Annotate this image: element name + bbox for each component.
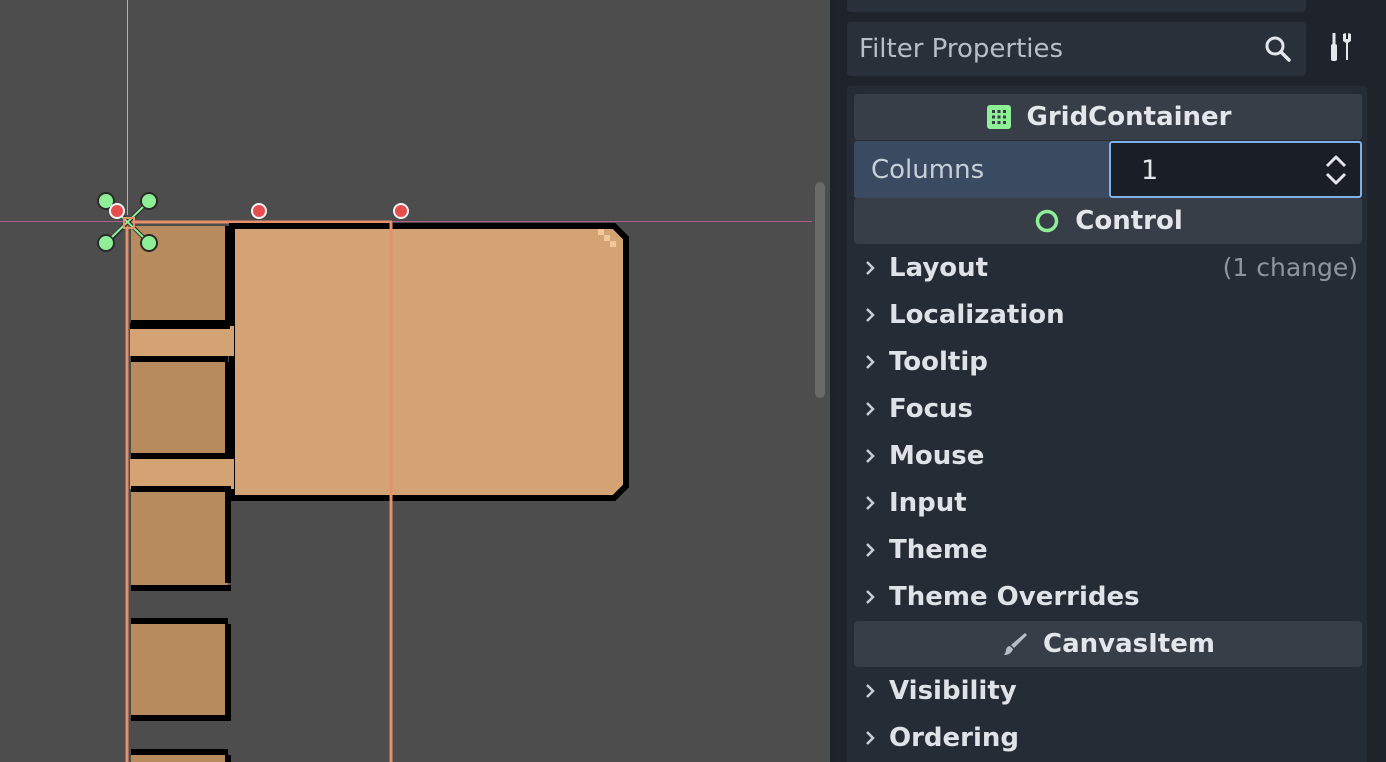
brush-icon xyxy=(1004,633,1028,655)
section-title: GridContainer xyxy=(1026,102,1232,132)
slot xyxy=(131,749,231,762)
chevron-right-icon xyxy=(866,402,875,416)
group-ordering[interactable]: Ordering xyxy=(854,715,1362,761)
group-label: Layout xyxy=(889,253,989,283)
columns-input[interactable] xyxy=(1141,153,1311,187)
section-header-canvasitem[interactable]: CanvasItem xyxy=(854,621,1362,667)
chevron-right-icon xyxy=(866,449,875,463)
chevron-right-icon xyxy=(866,308,875,322)
chevron-right-icon xyxy=(866,355,875,369)
slot xyxy=(131,486,231,591)
chevron-right-icon xyxy=(866,543,875,557)
group-label: Theme Overrides xyxy=(889,582,1140,612)
section-header-control[interactable]: Control xyxy=(854,198,1362,244)
group-label: Tooltip xyxy=(889,347,988,377)
section-header-gridcontainer[interactable]: GridContainer xyxy=(854,94,1362,140)
canvas-viewport[interactable] xyxy=(0,0,812,762)
section-title: Control xyxy=(1075,206,1183,236)
resize-handle-top-mid[interactable] xyxy=(251,203,267,219)
property-label: Columns xyxy=(854,141,1109,198)
panel-shape xyxy=(229,223,629,501)
property-columns: Columns xyxy=(854,141,1362,198)
group-theme[interactable]: Theme xyxy=(854,527,1362,573)
filter-properties-input[interactable] xyxy=(859,31,1259,67)
group-theme-overrides[interactable]: Theme Overrides xyxy=(854,574,1362,620)
group-label: Ordering xyxy=(889,723,1020,753)
grid-icon xyxy=(986,105,1011,129)
search-icon[interactable] xyxy=(1264,35,1292,63)
group-label: Focus xyxy=(889,394,973,424)
resize-handle-top-right[interactable] xyxy=(393,203,409,219)
inspector-panel: GridContainer Columns Control Layout xyxy=(836,0,1386,762)
viewport-scene[interactable] xyxy=(0,0,812,762)
chevron-right-icon xyxy=(866,261,875,275)
group-input[interactable]: Input xyxy=(854,480,1362,526)
group-label: Input xyxy=(889,488,967,518)
circle-icon xyxy=(1036,209,1059,233)
chevron-right-icon xyxy=(866,590,875,604)
group-label: Localization xyxy=(889,300,1065,330)
spin-arrows-icon[interactable] xyxy=(1324,153,1348,187)
properties-panel: GridContainer Columns Control Layout xyxy=(847,86,1367,762)
change-count: (1 change) xyxy=(1222,253,1358,282)
inspector-top-strip xyxy=(847,0,1306,12)
columns-spinbox[interactable] xyxy=(1109,141,1362,198)
viewport-scrollbar[interactable] xyxy=(812,0,830,762)
group-label: Theme xyxy=(889,535,988,565)
chevron-right-icon xyxy=(866,731,875,745)
slot xyxy=(131,618,231,721)
group-mouse[interactable]: Mouse xyxy=(854,433,1362,479)
group-label: Mouse xyxy=(889,441,985,471)
resize-handle-top-left[interactable] xyxy=(109,203,125,219)
group-focus[interactable]: Focus xyxy=(854,386,1362,432)
group-visibility[interactable]: Visibility xyxy=(854,668,1362,714)
group-label: Visibility xyxy=(889,676,1017,706)
chevron-right-icon xyxy=(866,684,875,698)
group-localization[interactable]: Localization xyxy=(854,292,1362,338)
chevron-right-icon xyxy=(866,496,875,510)
scrollbar-thumb[interactable] xyxy=(815,182,825,398)
section-title: CanvasItem xyxy=(1043,629,1215,659)
tools-icon[interactable] xyxy=(1324,30,1358,64)
group-layout[interactable]: Layout (1 change) xyxy=(854,245,1362,291)
filter-properties-box[interactable] xyxy=(847,22,1306,76)
group-tooltip[interactable]: Tooltip xyxy=(854,339,1362,385)
slot xyxy=(131,356,231,459)
